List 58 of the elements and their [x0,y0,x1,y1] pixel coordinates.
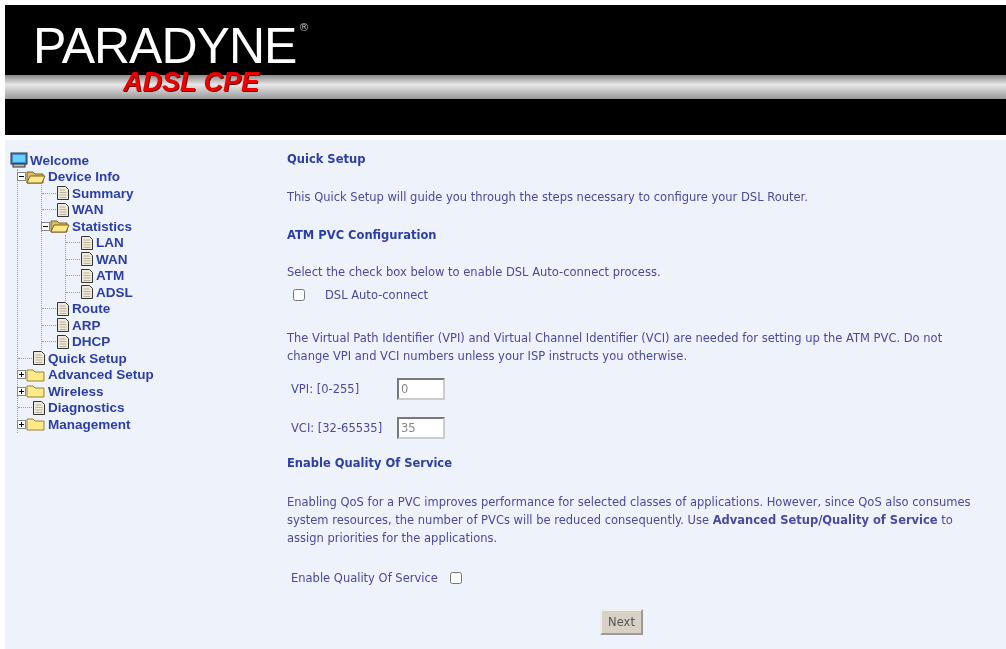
page-icon [32,350,46,367]
page-icon [80,267,94,284]
intro-text: This Quick Setup will guide you through the steps necessary to configure your DSL Router. [287,189,809,206]
expand-icon[interactable] [17,370,26,380]
next-button[interactable]: Next [600,609,643,635]
input-field[interactable]: 35 [397,416,445,439]
tree-item[interactable]: WAN [72,202,104,218]
tree-item[interactable]: Statistics [72,218,133,234]
description-text: The Virtual Path Identifier (VPI) and Virtual Channel Identifier (VCI) are needed for setting up the ATM PVC. Do not change VPI and VCI numbers unless your ISP instructs you otherwise. [287,330,944,365]
page-icon [56,317,70,334]
folder-icon [26,417,46,432]
computer-icon [10,152,28,169]
folder-icon [26,367,46,382]
collapse-icon[interactable] [17,172,26,182]
checkbox-label: Enable Quality Of Service [291,570,438,587]
input-field[interactable]: 0 [397,377,445,400]
field-label: VPI: [0-255] [291,380,361,398]
page-icon [32,399,46,416]
tree-item[interactable]: Welcome [30,152,90,168]
section-heading: Enable Quality Of Service [287,455,453,472]
tree-item[interactable]: Route [72,301,111,317]
tree-item[interactable]: DHCP [72,334,111,350]
tree-item[interactable]: WAN [96,251,128,267]
page-icon [80,234,94,251]
tree-item[interactable]: Advanced Setup [48,367,154,383]
tree-item[interactable]: ADSL [96,284,133,300]
page-icon [56,333,70,350]
tree-item[interactable]: Device Info [48,169,121,185]
expand-icon[interactable] [17,419,26,429]
open-folder-icon [50,219,70,234]
tree-item[interactable]: Diagnostics [48,400,125,416]
section-heading: ATM PVC Configuration [287,227,438,244]
field-label: VCI: [32-65535] [291,419,384,437]
checkbox-label: DSL Auto-connect [325,287,429,304]
instruction-text: Select the check box below to enable DSL Auto-connect process. [287,264,662,281]
brand-logo: PARADYNE [33,21,297,71]
expand-icon[interactable] [17,386,26,396]
auto-connect-checkbox[interactable] [293,289,305,301]
tree-item[interactable]: Quick Setup [48,350,127,366]
registered-mark: ® [298,21,310,34]
page-title: Quick Setup [287,151,367,168]
tree-item[interactable]: Summary [72,185,134,201]
tree-item[interactable]: ARP [72,317,101,333]
qos-checkbox[interactable] [449,572,462,584]
tree-item[interactable]: Wireless [48,383,104,399]
open-folder-icon [26,169,46,184]
page-icon [80,284,94,301]
page-icon [56,201,70,218]
tree-item[interactable]: LAN [96,235,124,251]
page-icon [56,185,70,202]
collapse-icon[interactable] [41,221,50,231]
product-name: ADSL CPE [123,68,260,96]
page-icon [56,300,70,317]
page-icon [80,251,94,268]
folder-icon [26,384,46,399]
tree-item[interactable]: ATM [96,268,125,284]
description-text: Enabling QoS for a PVC improves performance for selected classes of applications. However, since QoS also consumes system resources, the number of PVCs will be reduced consequently. Use Advanced Setup/Quality of Service to assign priorities for the applications. [287,494,972,547]
tree-item[interactable]: Management [48,416,131,432]
